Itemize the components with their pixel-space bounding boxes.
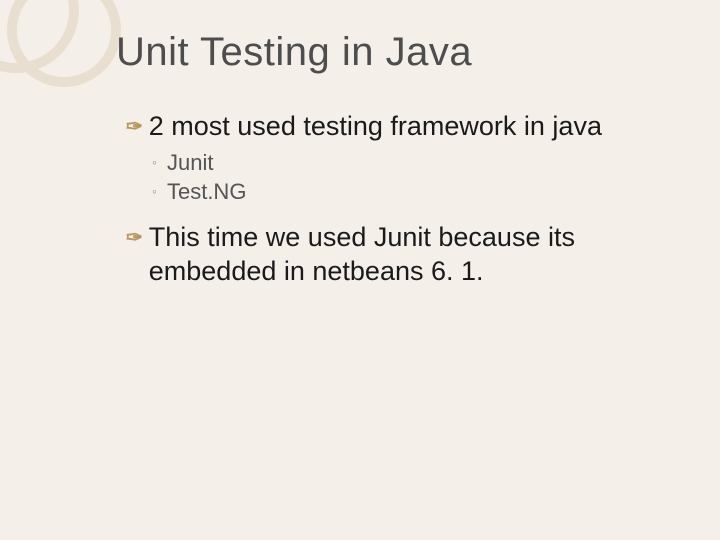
sub-item-text: Test.NG: [167, 177, 246, 207]
slide-content: ✑ 2 most used testing framework in java …: [126, 110, 690, 293]
bullet-item: ✑ This time we used Junit because its em…: [126, 221, 690, 289]
bullet-text: 2 most used testing framework in java: [149, 110, 602, 144]
sub-list: ◦ Junit ◦ Test.NG: [152, 148, 690, 207]
slide-title: Unit Testing in Java: [116, 30, 472, 75]
decorative-circles: [0, 0, 124, 120]
bullet-item: ✑ 2 most used testing framework in java: [126, 110, 690, 144]
sub-item: ◦ Test.NG: [152, 177, 690, 207]
ring-bullet-icon: ◦: [152, 182, 157, 201]
ring-bullet-icon: ◦: [152, 153, 157, 172]
swirl-bullet-icon: ✑: [126, 115, 143, 140]
swirl-bullet-icon: ✑: [126, 226, 143, 251]
bullet-text: This time we used Junit because its embe…: [149, 221, 690, 289]
sub-item: ◦ Junit: [152, 148, 690, 178]
sub-item-text: Junit: [167, 148, 213, 178]
